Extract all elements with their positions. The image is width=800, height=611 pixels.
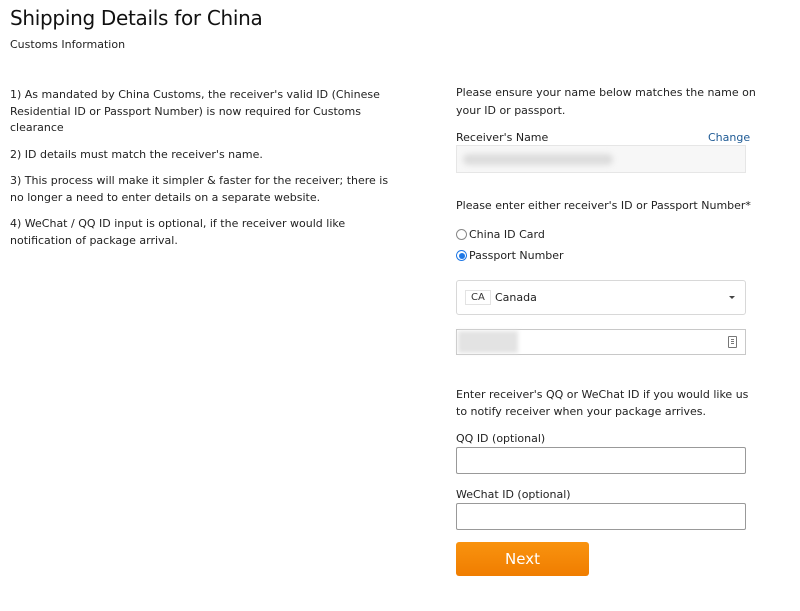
- customs-info: 1) As mandated by China Customs, the rec…: [10, 87, 405, 259]
- redacted-passport: [458, 331, 518, 353]
- wechat-id-input[interactable]: [456, 503, 746, 530]
- radio-label: Passport Number: [469, 249, 564, 262]
- country-code-badge: CA: [465, 290, 491, 305]
- country-name: Canada: [495, 291, 537, 304]
- notify-instructions: Enter receiver's QQ or WeChat ID if you …: [456, 388, 749, 418]
- name-instructions: Please ensure your name below matches th…: [456, 86, 756, 117]
- info-item: 3) This process will make it simpler & f…: [10, 174, 389, 204]
- country-select[interactable]: CA Canada: [456, 280, 746, 315]
- keypad-icon[interactable]: [728, 336, 737, 348]
- change-link[interactable]: Change: [708, 131, 750, 144]
- radio-button[interactable]: [456, 229, 467, 240]
- info-item: 4) WeChat / QQ ID input is optional, if …: [10, 217, 346, 247]
- passport-number-input[interactable]: [456, 329, 746, 355]
- info-item: 2) ID details must match the receiver's …: [10, 147, 263, 161]
- radio-china-id-card[interactable]: China ID Card: [456, 228, 545, 241]
- next-button[interactable]: Next: [456, 542, 589, 576]
- redacted-name: [463, 154, 613, 165]
- qq-id-label: QQ ID (optional): [456, 432, 546, 445]
- qq-id-input[interactable]: [456, 447, 746, 474]
- chevron-down-icon: [729, 296, 735, 299]
- receiver-name-label: Receiver's Name: [456, 131, 549, 144]
- radio-label: China ID Card: [469, 228, 545, 241]
- receiver-name-field: [456, 145, 746, 173]
- page-title: Shipping Details for China: [10, 6, 263, 30]
- page-subtitle: Customs Information: [10, 38, 126, 51]
- info-item: 1) As mandated by China Customs, the rec…: [10, 88, 380, 134]
- radio-button[interactable]: [456, 250, 467, 261]
- radio-passport-number[interactable]: Passport Number: [456, 249, 564, 262]
- wechat-id-label: WeChat ID (optional): [456, 488, 571, 501]
- id-prompt: Please enter either receiver's ID or Pas…: [456, 199, 751, 212]
